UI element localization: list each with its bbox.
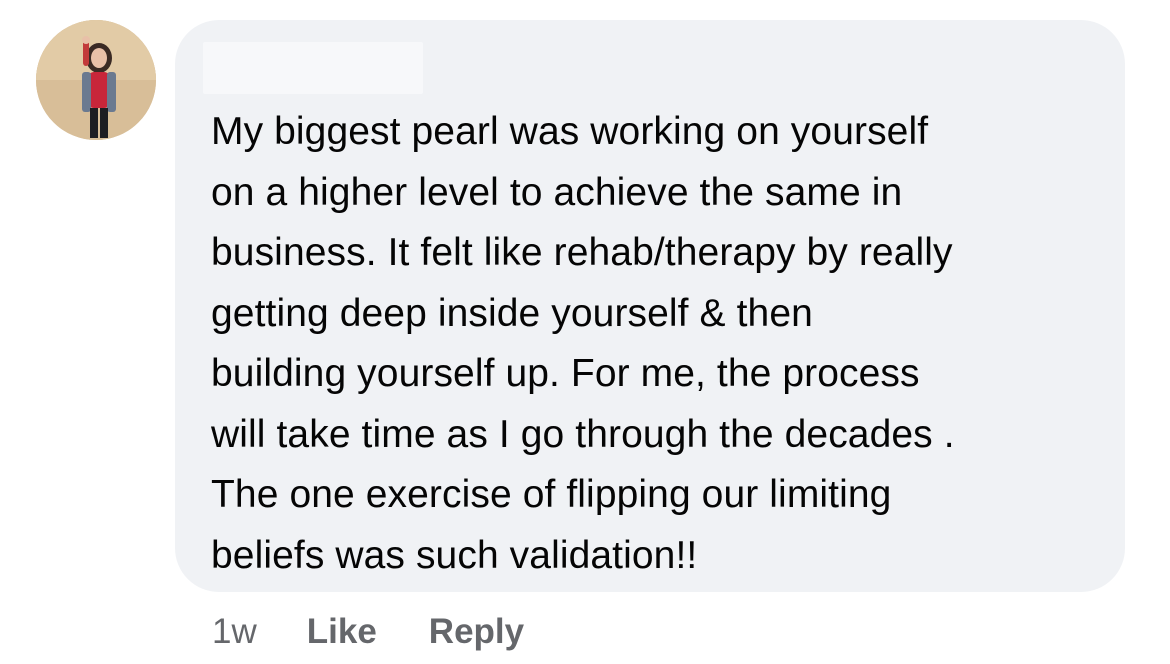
comment-bubble: My biggest pearl was working on yourself… <box>175 20 1125 592</box>
comment-text: My biggest pearl was working on yourself… <box>211 110 955 577</box>
comment-actions: 1w Like Reply <box>212 608 576 656</box>
like-button[interactable]: Like <box>307 612 377 652</box>
reply-button[interactable]: Reply <box>429 612 524 652</box>
avatar[interactable] <box>36 20 156 140</box>
avatar-photo <box>36 20 156 140</box>
author-name-redacted[interactable] <box>203 42 423 94</box>
comment-timestamp[interactable]: 1w <box>212 612 257 652</box>
